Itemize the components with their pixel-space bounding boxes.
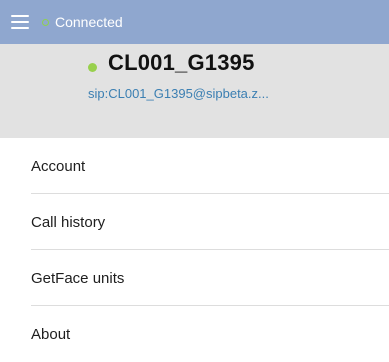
menu-list: Account Call history GetFace units About [0, 138, 389, 362]
connection-status-icon [42, 18, 49, 26]
account-status-dot-icon [88, 63, 97, 72]
menu-item-call-history[interactable]: Call history [0, 194, 389, 250]
menu-item-about[interactable]: About [0, 306, 389, 362]
hamburger-icon [11, 15, 29, 29]
connection-status-label: Connected [55, 14, 123, 30]
account-sip-address: sip:CL001_G1395@sipbeta.z... [88, 86, 269, 101]
menu-item-account[interactable]: Account [0, 138, 389, 194]
status-bar: Connected [0, 0, 389, 44]
account-header: CL001_G1395 sip:CL001_G1395@sipbeta.z... [0, 44, 389, 138]
hamburger-menu-button[interactable] [0, 0, 40, 44]
menu-item-getface-units[interactable]: GetFace units [0, 250, 389, 306]
account-name: CL001_G1395 [108, 50, 255, 75]
